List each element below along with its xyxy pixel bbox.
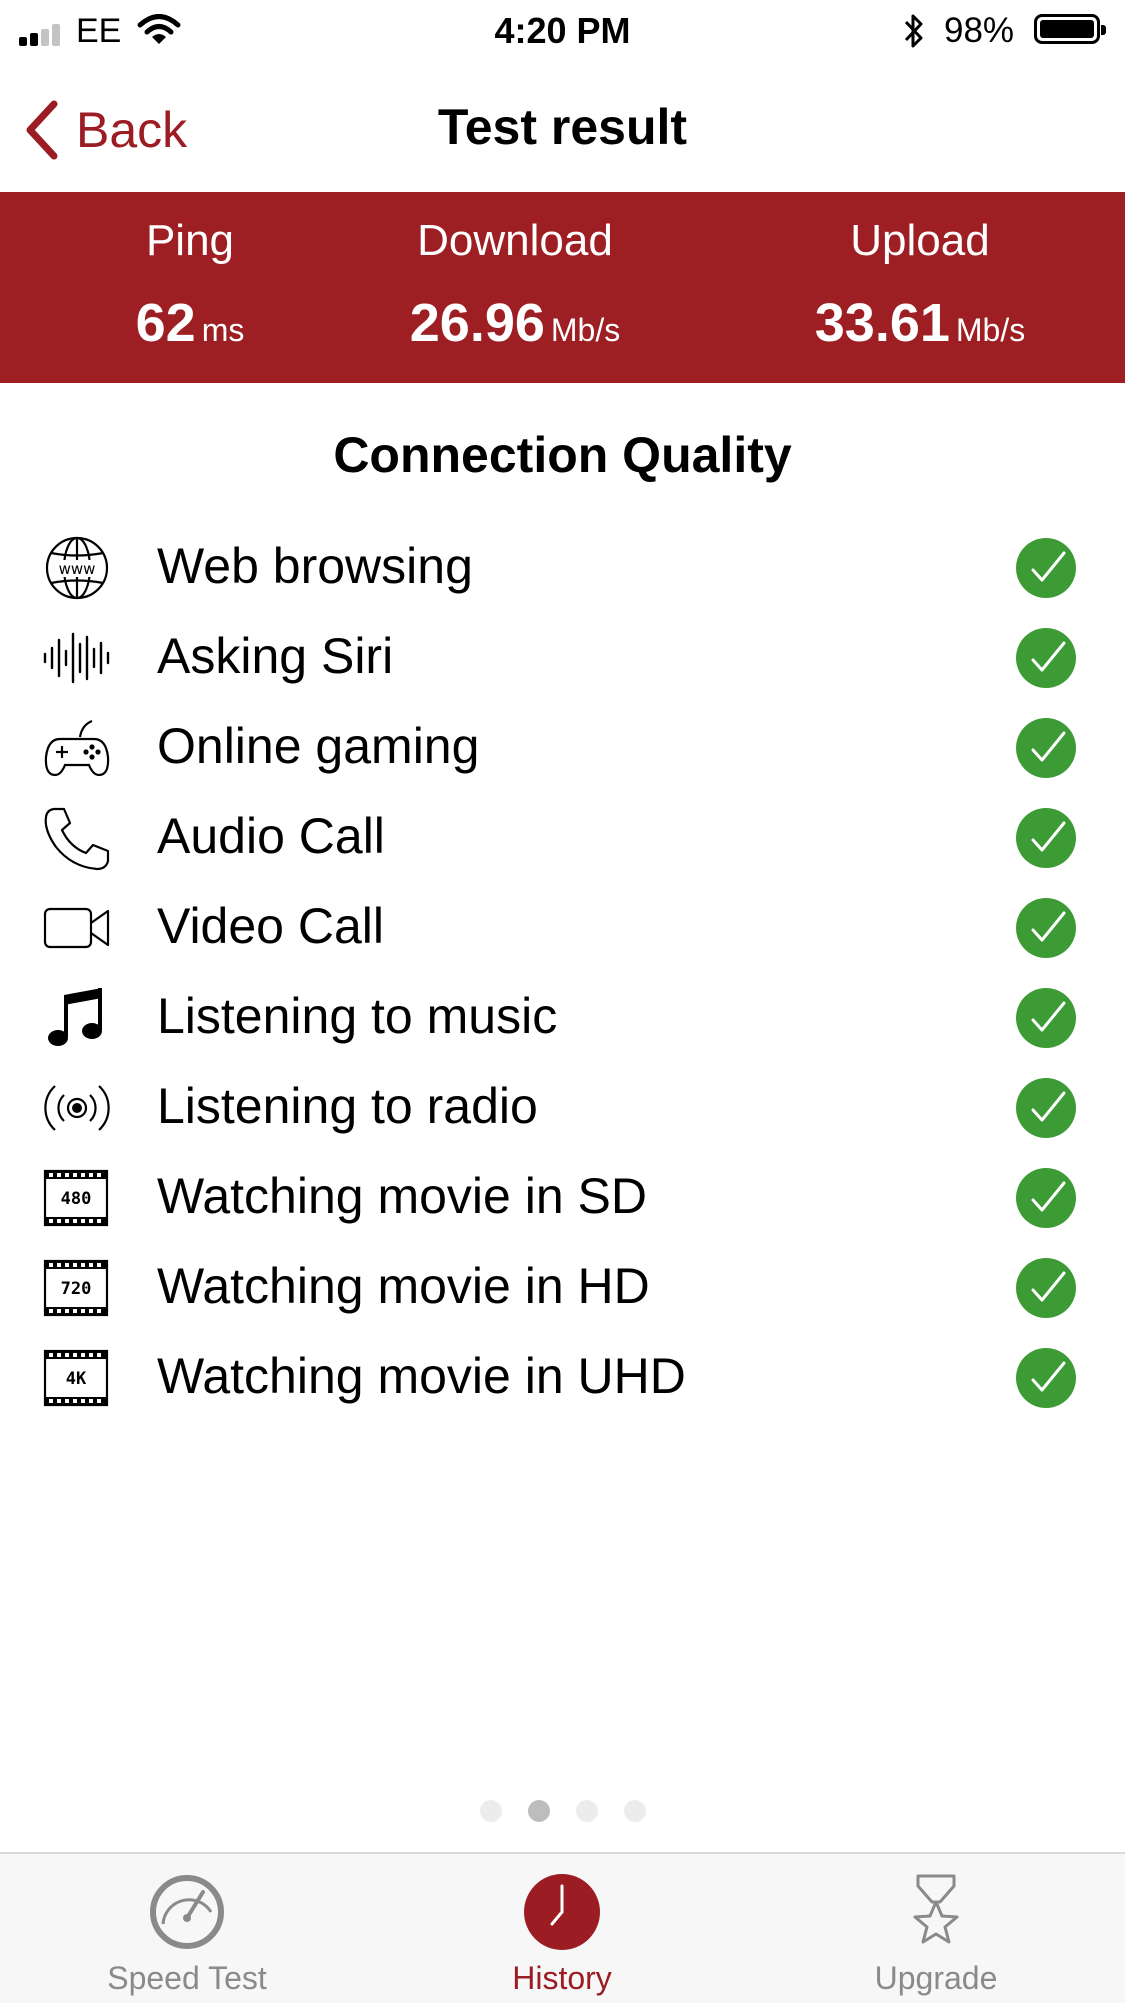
page-dot[interactable] <box>623 1800 646 1822</box>
status-bar: EE 4:20 PM 98% <box>0 0 1125 62</box>
list-item: 4K Watching movie in UHD <box>0 1333 1125 1423</box>
video-camera-icon <box>43 907 110 949</box>
check-icon <box>1016 808 1076 868</box>
film-badge: 720 <box>61 1279 92 1299</box>
check-icon <box>1016 898 1076 958</box>
svg-text:www: www <box>59 560 96 578</box>
check-icon <box>1016 988 1076 1048</box>
ping-label: Ping <box>145 216 235 265</box>
list-item: www Web browsing <box>0 523 1125 613</box>
quality-item-label: Asking Siri <box>157 628 394 684</box>
ping-unit: ms <box>201 312 245 348</box>
film-badge: 4K <box>66 1369 87 1389</box>
list-item: 720 Watching movie in HD <box>0 1243 1125 1333</box>
gamepad-icon <box>44 719 110 777</box>
download-unit: Mb/s <box>550 312 621 348</box>
star-award-icon <box>913 1874 959 1944</box>
list-item: Audio Call <box>0 793 1125 883</box>
upload-result: Upload 33.61 Mb/s <box>770 216 1070 354</box>
check-icon <box>1016 628 1076 688</box>
connection-quality-title: Connection Quality <box>333 427 792 483</box>
check-icon <box>1016 718 1076 778</box>
tab-history[interactable]: History <box>432 1872 692 1997</box>
check-icon <box>1016 1078 1076 1138</box>
check-icon <box>1016 1348 1076 1408</box>
quality-item-label: Web browsing <box>157 538 473 594</box>
tab-label: Speed Test <box>107 1960 267 1996</box>
quality-item-label: Watching movie in UHD <box>157 1348 686 1404</box>
quality-item-label: Watching movie in HD <box>157 1258 650 1314</box>
tab-label: Upgrade <box>874 1960 998 1996</box>
upload-label: Upload <box>850 216 990 265</box>
download-label: Download <box>417 216 613 265</box>
tab-label: History <box>512 1960 612 1996</box>
battery-icon <box>1034 14 1106 44</box>
page-dot[interactable] <box>575 1800 598 1822</box>
list-item: Video Call <box>0 883 1125 973</box>
check-icon <box>1016 1258 1076 1318</box>
list-item: Online gaming <box>0 703 1125 793</box>
page-title: Test result <box>437 99 688 155</box>
radio-broadcast-icon <box>44 1085 110 1131</box>
film-720-icon: 720 <box>43 1259 109 1317</box>
quality-item-label: Listening to music <box>157 988 558 1044</box>
film-badge: 480 <box>61 1189 92 1209</box>
quality-item-label: Watching movie in SD <box>157 1168 647 1224</box>
upload-value: 33.61 <box>814 293 950 353</box>
quality-item-label: Audio Call <box>157 808 385 864</box>
ping-value: 62 <box>135 293 196 353</box>
page-indicator[interactable] <box>0 1800 1125 1822</box>
list-item: Asking Siri <box>0 613 1125 703</box>
download-result: Download 26.96 Mb/s <box>370 216 660 354</box>
page-dot[interactable] <box>479 1800 502 1822</box>
check-icon <box>1016 1168 1076 1228</box>
results-banner: Ping 62 ms Download 26.96 Mb/s Upload 33.6… <box>0 192 1125 383</box>
ping-result: Ping 62 ms <box>90 216 290 354</box>
battery-percentage: 98% <box>944 11 1015 50</box>
list-item: 480 Watching movie in SD <box>0 1153 1125 1243</box>
quality-item-label: Online gaming <box>157 718 480 774</box>
film-480-icon: 480 <box>43 1169 109 1227</box>
page-dot-active[interactable] <box>527 1800 550 1822</box>
download-value: 26.96 <box>409 293 545 353</box>
quality-item-label: Listening to radio <box>157 1078 538 1134</box>
list-item: Listening to radio <box>0 1063 1125 1153</box>
navigation-bar: Back Test result <box>0 62 1125 192</box>
globe-www-icon: www <box>45 536 109 600</box>
music-note-icon <box>48 988 102 1046</box>
clock-icon <box>524 1874 600 1950</box>
sound-wave-icon <box>43 632 110 684</box>
connection-quality-list: www Web browsing Asking Siri Online gami… <box>0 523 1125 1423</box>
film-4k-icon: 4K <box>43 1349 109 1407</box>
upload-unit: Mb/s <box>955 312 1026 348</box>
tab-speed-test[interactable]: Speed Test <box>57 1872 317 1997</box>
bluetooth-icon <box>904 14 923 48</box>
check-icon <box>1016 538 1076 598</box>
list-item: Listening to music <box>0 973 1125 1063</box>
tab-upgrade[interactable]: Upgrade <box>806 1872 1066 1997</box>
tab-bar: Speed Test History Upgrade <box>0 1852 1125 2003</box>
speedometer-icon <box>150 1875 224 1949</box>
phone-icon <box>44 807 110 871</box>
quality-item-label: Video Call <box>157 898 385 954</box>
